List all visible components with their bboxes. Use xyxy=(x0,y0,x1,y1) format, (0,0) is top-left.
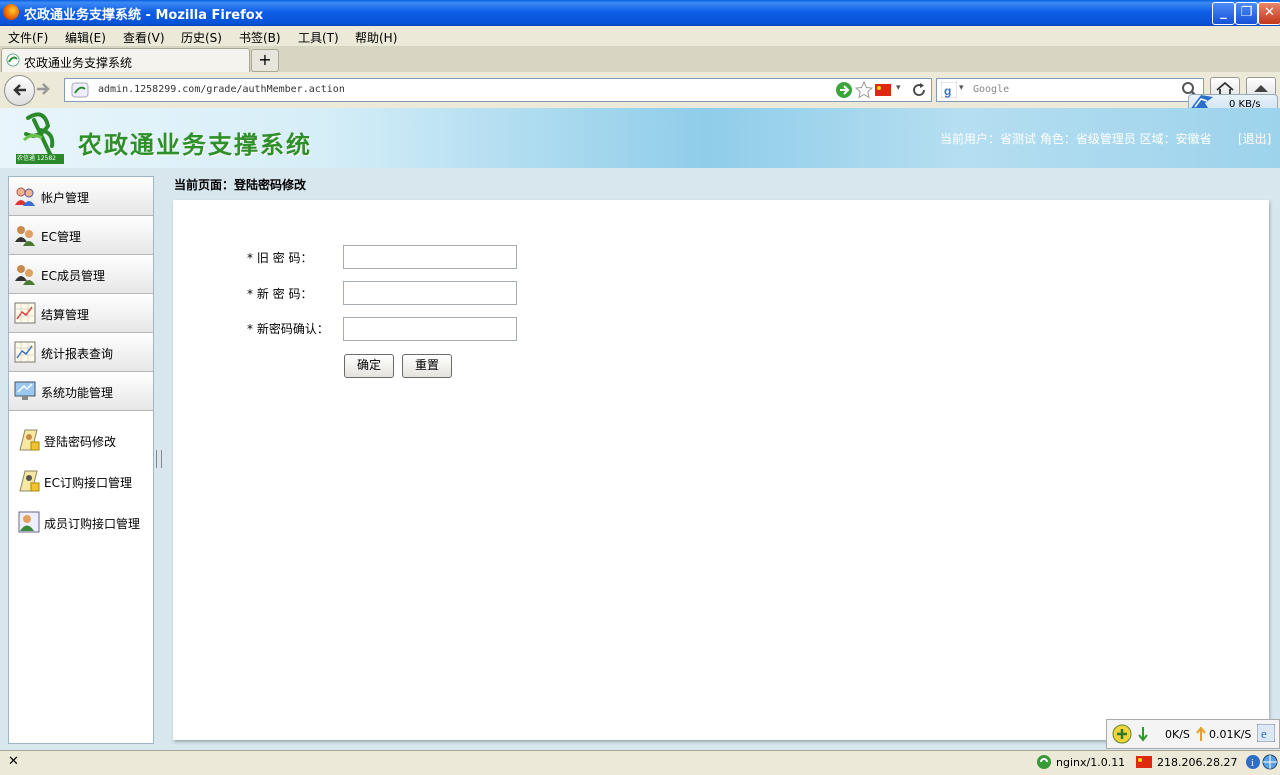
lock-user-icon xyxy=(19,470,40,492)
sidebar: 帐户管理 EC管理 EC成员管理 结算管理 统计报表查询 系统功能管理 登陆密码… xyxy=(8,176,154,744)
users-icon xyxy=(15,187,35,206)
site-favicon-icon xyxy=(6,53,20,67)
server-status-icon xyxy=(1037,755,1051,769)
menu-label: 统计报表查询 xyxy=(41,347,114,361)
new-password-label: * 新 密 码： xyxy=(247,287,313,301)
download-speed: 0K/S xyxy=(1165,728,1190,741)
logout-link[interactable]: [退出] xyxy=(1238,130,1271,147)
menu-statistics-report[interactable]: 统计报表查询 xyxy=(9,333,153,372)
tab-label: 农政通业务支撑系统 xyxy=(24,56,133,70)
new-tab-button[interactable]: + xyxy=(251,49,279,72)
upload-arrow-icon xyxy=(1196,726,1206,741)
back-arrow-icon xyxy=(12,84,26,96)
menu-tools[interactable]: 工具(T) xyxy=(298,29,339,46)
menu-system-function[interactable]: 系统功能管理 xyxy=(9,372,153,411)
chart-icon xyxy=(14,302,36,324)
menu-ec-management[interactable]: EC管理 xyxy=(9,216,153,255)
group-icon xyxy=(15,265,35,285)
close-window-button[interactable]: ✕ xyxy=(1258,2,1280,25)
menu-label: EC管理 xyxy=(41,230,81,244)
content-panel: * 旧 密 码： * 新 密 码： * 新密码确认： 确定 重置 xyxy=(173,200,1269,740)
info-icon[interactable]: i xyxy=(1245,754,1261,770)
firefox-icon xyxy=(3,4,19,20)
bookmark-star-icon[interactable] xyxy=(855,81,873,99)
app-header: 农信通 12582 农政通业务支撑系统 当前用户：省测试 角色：省级管理员 区域… xyxy=(0,108,1280,168)
submenu-label: EC订购接口管理 xyxy=(44,476,132,490)
app-title: 农政通业务支撑系统 xyxy=(78,131,312,159)
dropdown-arrow-icon[interactable]: ▾ xyxy=(896,83,901,93)
svg-text:e: e xyxy=(1261,726,1267,741)
search-bar[interactable]: g ▾ Google xyxy=(936,78,1204,102)
navigation-bar: admin.1258299.com/grade/authMember.actio… xyxy=(0,72,1280,108)
forward-arrow-icon xyxy=(37,83,50,95)
server-info: nginx/1.0.11 xyxy=(1056,756,1126,769)
confirm-password-label: * 新密码确认： xyxy=(247,322,329,336)
submenu-member-order-interface[interactable]: 成员订购接口管理 xyxy=(17,508,153,536)
user-info: 当前用户：省测试 角色：省级管理员 区域：安徽省 xyxy=(940,132,1212,146)
menu-label: 系统功能管理 xyxy=(41,386,114,400)
submenu-label: 成员订购接口管理 xyxy=(44,517,141,531)
tab-bar: 农政通业务支撑系统 + xyxy=(0,46,1280,73)
network-monitor: 0K/S 0.01K/S e xyxy=(1106,719,1280,749)
monitor-icon xyxy=(14,381,36,400)
logo-caption: 农信通 12582 xyxy=(17,155,56,162)
breadcrumb: 当前页面：登陆密码修改 xyxy=(174,178,307,192)
menu-bookmarks[interactable]: 书签(B) xyxy=(239,29,281,46)
menu-ec-member-management[interactable]: EC成员管理 xyxy=(9,255,153,294)
submit-button[interactable]: 确定 xyxy=(344,354,394,378)
globe-icon[interactable] xyxy=(1262,754,1278,770)
svg-text:g: g xyxy=(944,84,951,98)
minimize-button[interactable]: _ xyxy=(1212,2,1235,25)
chart-icon xyxy=(14,341,36,363)
menu-label: EC成员管理 xyxy=(41,269,105,283)
china-flag-icon xyxy=(875,84,891,96)
submenu-password-change[interactable]: 登陆密码修改 xyxy=(17,426,153,454)
menu-file[interactable]: 文件(F) xyxy=(8,29,48,46)
submenu-label: 登陆密码修改 xyxy=(44,435,117,449)
reload-icon[interactable] xyxy=(911,82,927,98)
svg-text:i: i xyxy=(1251,758,1254,769)
go-icon[interactable] xyxy=(835,81,853,99)
window-titlebar: 农政通业务支撑系统 - Mozilla Firefox _ ❐ ✕ xyxy=(0,0,1280,26)
confirm-password-field[interactable] xyxy=(343,317,517,341)
search-placeholder: Google xyxy=(973,84,1010,95)
menubar: 文件(F) 编辑(E) 查看(V) 历史(S) 书签(B) 工具(T) 帮助(H… xyxy=(0,26,1280,46)
user-card-icon xyxy=(18,511,40,533)
menu-label: 帐户管理 xyxy=(41,191,90,205)
lock-user-icon xyxy=(19,429,40,451)
reset-button[interactable]: 重置 xyxy=(402,354,452,378)
maximize-button[interactable]: ❐ xyxy=(1235,2,1258,25)
old-password-field[interactable] xyxy=(343,245,517,269)
window-title: 农政通业务支撑系统 - Mozilla Firefox xyxy=(24,8,264,23)
upload-speed: 0.01K/S xyxy=(1209,728,1252,741)
download-arrow-icon xyxy=(1138,727,1148,742)
google-icon: g xyxy=(941,82,957,98)
status-bar: ✕ nginx/1.0.11 218.206.28.27 i xyxy=(0,750,1280,775)
china-flag-icon xyxy=(1136,756,1152,768)
menu-view[interactable]: 查看(V) xyxy=(123,29,165,46)
menu-history[interactable]: 历史(S) xyxy=(181,29,222,46)
forward-button[interactable] xyxy=(35,81,51,101)
plus-circle-icon[interactable] xyxy=(1112,724,1132,744)
old-password-label: * 旧 密 码： xyxy=(247,251,313,265)
url-text: admin.1258299.com/grade/authMember.actio… xyxy=(98,84,345,95)
menu-edit[interactable]: 编辑(E) xyxy=(65,29,106,46)
sidebar-splitter[interactable] xyxy=(156,450,162,468)
search-engine-dropdown-icon[interactable]: ▾ xyxy=(959,83,964,93)
url-bar[interactable]: admin.1258299.com/grade/authMember.actio… xyxy=(64,78,932,102)
menu-help[interactable]: 帮助(H) xyxy=(355,29,397,46)
group-icon xyxy=(15,226,35,246)
new-password-field[interactable] xyxy=(343,281,517,305)
tab-active[interactable]: 农政通业务支撑系统 xyxy=(1,48,250,73)
submenu-ec-order-interface[interactable]: EC订购接口管理 xyxy=(17,467,153,495)
site-identity-icon xyxy=(71,82,89,98)
back-button[interactable] xyxy=(4,75,35,106)
menu-label: 结算管理 xyxy=(41,308,90,322)
menu-settlement-management[interactable]: 结算管理 xyxy=(9,294,153,333)
ie-icon[interactable]: e xyxy=(1257,724,1275,742)
ip-address: 218.206.28.27 xyxy=(1157,756,1238,769)
menu-account-management[interactable]: 帐户管理 xyxy=(9,177,153,216)
status-close-icon[interactable]: ✕ xyxy=(8,754,19,769)
